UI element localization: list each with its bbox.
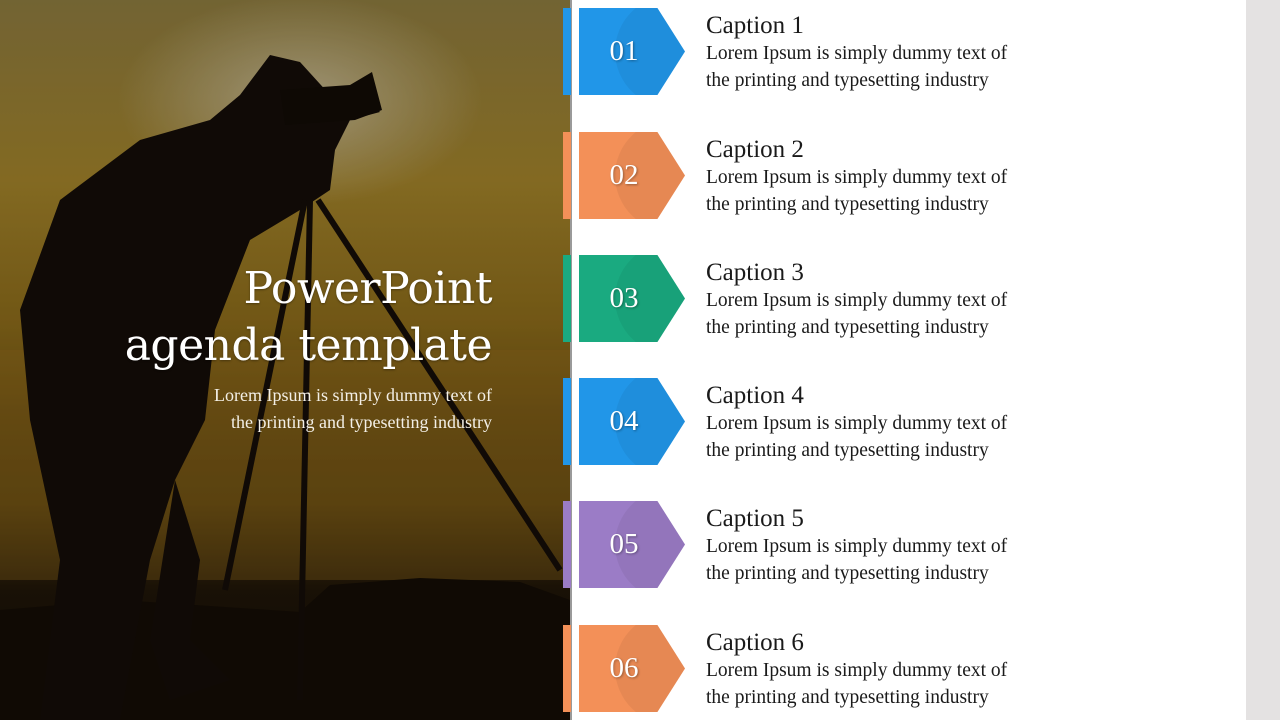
item-caption: Caption 1 [706, 12, 804, 39]
accent-bar [563, 132, 571, 219]
badge-number: 01 [609, 35, 639, 67]
accent-bar [563, 255, 571, 342]
item-description-line: Lorem Ipsum is simply dummy text of [706, 167, 1008, 188]
item-description-line: the printing and typesetting industry [706, 563, 989, 584]
item-description: Lorem Ipsum is simply dummy text of the … [706, 533, 1066, 587]
item-description-line: the printing and typesetting industry [706, 70, 989, 91]
item-description: Lorem Ipsum is simply dummy text of the … [706, 287, 1066, 341]
number-badge: 04 [579, 378, 685, 465]
accent-bar [563, 8, 571, 95]
item-caption: Caption 5 [706, 505, 804, 532]
item-description: Lorem Ipsum is simply dummy text of the … [706, 40, 1066, 94]
slide-description-line: Lorem Ipsum is simply dummy text of [214, 385, 492, 405]
badge-number: 04 [609, 405, 639, 437]
number-badge: 02 [579, 132, 685, 219]
slide-description-line: the printing and typesetting industry [231, 412, 492, 432]
item-description-line: Lorem Ipsum is simply dummy text of [706, 413, 1008, 434]
item-description-line: the printing and typesetting industry [706, 440, 989, 461]
item-description-line: Lorem Ipsum is simply dummy text of [706, 660, 1008, 681]
agenda-item: 03 Caption 3 Lorem Ipsum is simply dummy… [563, 255, 1063, 342]
item-caption: Caption 2 [706, 136, 804, 163]
number-badge: 05 [579, 501, 685, 588]
item-description: Lorem Ipsum is simply dummy text of the … [706, 164, 1066, 218]
item-description-line: the printing and typesetting industry [706, 317, 989, 338]
number-badge: 03 [579, 255, 685, 342]
item-caption: Caption 6 [706, 629, 804, 656]
divider-line [570, 0, 572, 720]
item-description: Lorem Ipsum is simply dummy text of the … [706, 410, 1066, 464]
side-panel [1246, 0, 1280, 720]
agenda-item: 04 Caption 4 Lorem Ipsum is simply dummy… [563, 378, 1063, 465]
slide-title-line: PowerPoint [243, 263, 493, 314]
slide-title-line: agenda template [124, 320, 493, 371]
number-badge: 01 [579, 8, 685, 95]
agenda-item: 05 Caption 5 Lorem Ipsum is simply dummy… [563, 501, 1063, 588]
item-description-line: Lorem Ipsum is simply dummy text of [706, 536, 1008, 557]
slide-title: PowerPoint agenda template [72, 260, 493, 374]
item-description-line: Lorem Ipsum is simply dummy text of [706, 290, 1008, 311]
agenda-item: 01 Caption 1 Lorem Ipsum is simply dummy… [563, 8, 1063, 95]
agenda-item: 02 Caption 2 Lorem Ipsum is simply dummy… [563, 132, 1063, 219]
agenda-item: 06 Caption 6 Lorem Ipsum is simply dummy… [563, 625, 1063, 712]
badge-number: 02 [609, 159, 639, 191]
item-description: Lorem Ipsum is simply dummy text of the … [706, 657, 1066, 711]
badge-number: 05 [609, 528, 639, 560]
slide-description: Lorem Ipsum is simply dummy text of the … [92, 382, 492, 436]
item-description-line: Lorem Ipsum is simply dummy text of [706, 43, 1008, 64]
item-caption: Caption 4 [706, 382, 804, 409]
item-caption: Caption 3 [706, 259, 804, 286]
item-description-line: the printing and typesetting industry [706, 687, 989, 708]
item-description-line: the printing and typesetting industry [706, 194, 989, 215]
badge-number: 03 [609, 282, 639, 314]
accent-bar [563, 625, 571, 712]
accent-bar [563, 378, 571, 465]
number-badge: 06 [579, 625, 685, 712]
accent-bar [563, 501, 571, 588]
badge-number: 06 [609, 652, 639, 684]
